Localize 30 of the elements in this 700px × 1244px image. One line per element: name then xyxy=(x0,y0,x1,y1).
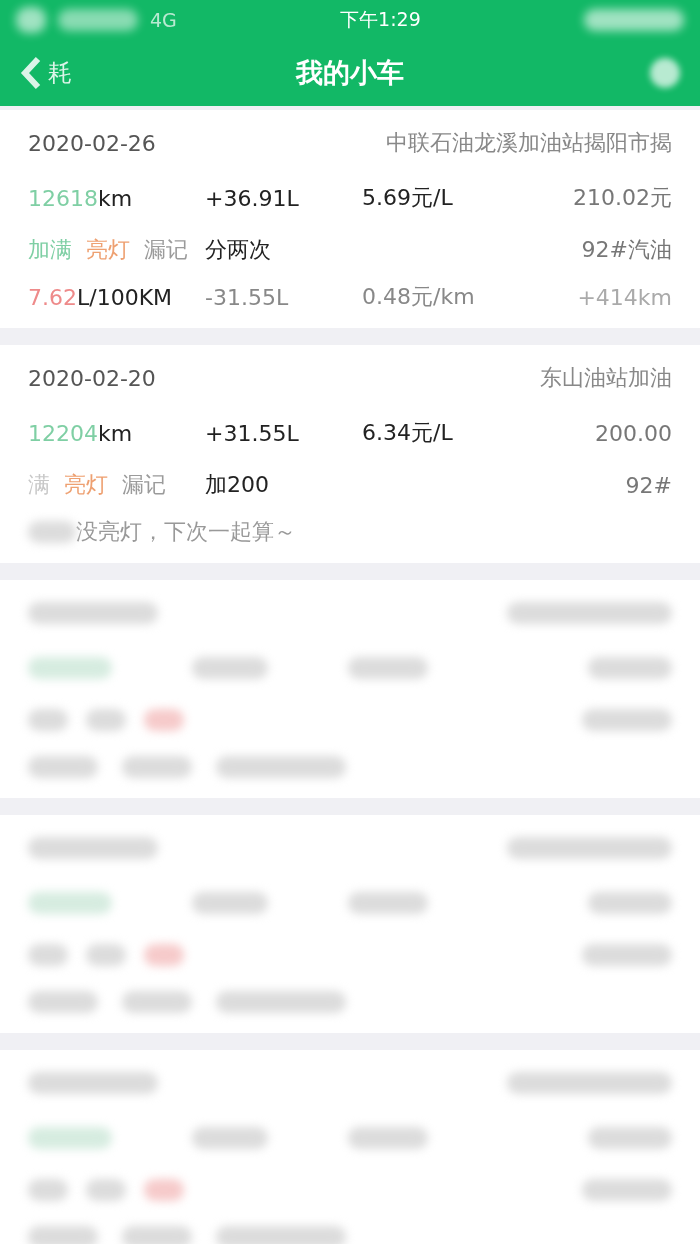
price-text: 5.69元/L xyxy=(362,184,454,212)
cost-per-km-text: 0.48元/km xyxy=(362,283,476,311)
date-text: 2020-02-20 xyxy=(28,365,157,391)
status-time: 下午1:29 xyxy=(339,7,422,32)
tag-label: 亮灯 xyxy=(64,472,108,497)
fuel-text: 92#汽油 xyxy=(581,236,672,264)
added-text: +31.55L xyxy=(205,420,300,446)
page-title: 我的小车 xyxy=(294,56,405,90)
date-text: 2020-02-26 xyxy=(28,130,157,156)
station-text: 中联石油龙溪加油站揭阳市揭 xyxy=(386,129,672,157)
distance-text: +414km xyxy=(577,284,672,310)
odometer-text: 12204km xyxy=(28,420,134,446)
tag-label: 加满 xyxy=(28,237,72,262)
record-card[interactable]: 2020-02-26 中联石油龙溪加油站揭阳市揭 12618km +36.91L 5.69元/L 210.02元 加满 亮灯 漏记 分两次 92#汽油 7.62L/100KM -31.55L 0.48元/km +414km xyxy=(0,110,700,328)
remark-text: 分两次 xyxy=(205,236,272,264)
fuel-text: 92# xyxy=(625,472,672,498)
price-text: 6.34元/L xyxy=(362,419,454,447)
used-text: -31.55L xyxy=(205,284,290,310)
economy-text: 7.62L/100KM xyxy=(28,284,174,310)
odometer-text: 12618km xyxy=(28,185,134,211)
tag-label: 漏记 xyxy=(144,237,188,262)
cost-text: 200.00 xyxy=(595,420,672,446)
added-text: +36.91L xyxy=(205,185,300,211)
tag-label: 漏记 xyxy=(122,472,166,497)
station-text: 东山油站加油 xyxy=(540,364,672,392)
tag-label: 亮灯 xyxy=(86,237,130,262)
network-text: 4G xyxy=(150,9,177,31)
cost-text: 210.02元 xyxy=(573,184,672,212)
remark-text: 加200 xyxy=(205,471,270,499)
note-text: 没亮灯，下次一起算～ xyxy=(76,518,297,546)
